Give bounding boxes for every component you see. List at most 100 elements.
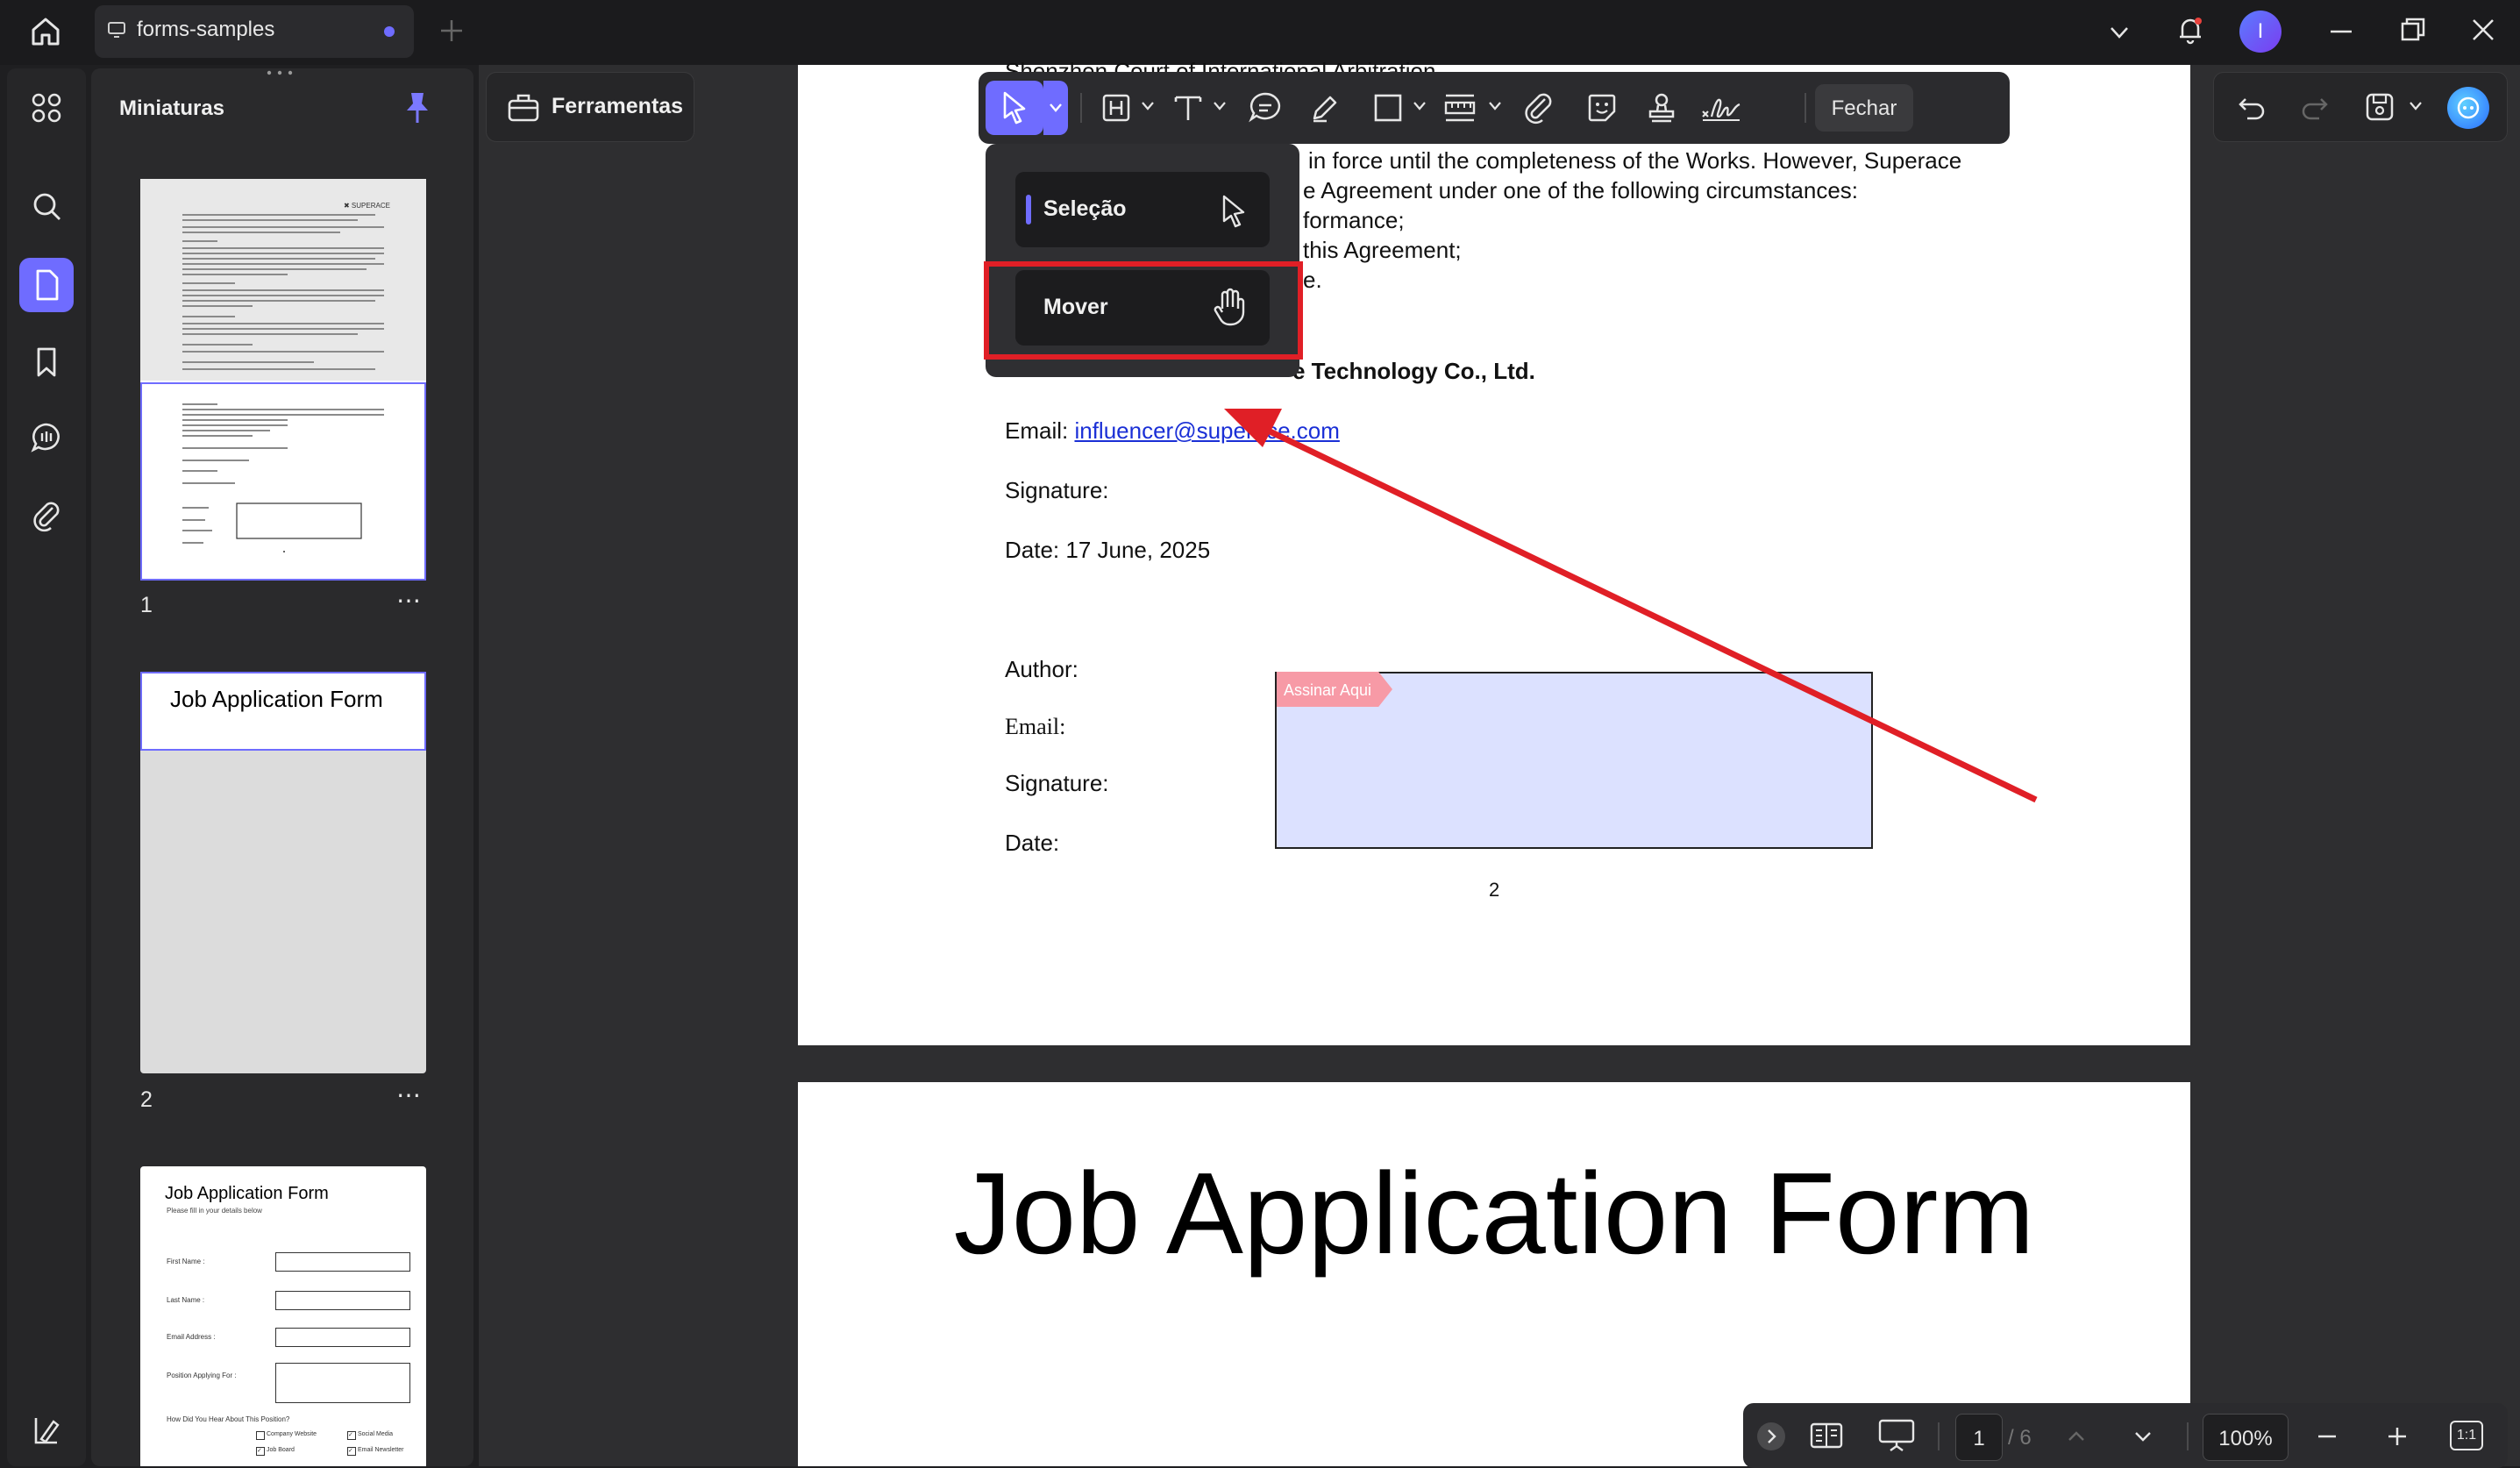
- left-rail: [7, 68, 86, 1466]
- text-tool-icon[interactable]: [1166, 86, 1210, 130]
- redo-icon[interactable]: [2298, 90, 2331, 124]
- thumbnail-option: Company Website: [267, 1431, 317, 1437]
- pen-tool-icon[interactable]: [1303, 86, 1347, 130]
- current-page: 1: [1973, 1427, 1985, 1450]
- shape-tool-icon[interactable]: [1366, 86, 1410, 130]
- highlight-tool-icon[interactable]: [1094, 86, 1138, 130]
- ai-assistant-icon[interactable]: [2447, 87, 2489, 129]
- unsaved-dot-icon: [384, 26, 395, 37]
- thumbnail-question: How Did You Hear About This Position?: [167, 1415, 290, 1423]
- comments-icon[interactable]: [19, 410, 74, 465]
- highlight-box: [984, 261, 1303, 360]
- save-icon[interactable]: [2363, 90, 2396, 124]
- attach-tool-icon[interactable]: [1517, 86, 1561, 130]
- chevron-down-icon[interactable]: [2104, 18, 2134, 47]
- toolbox-icon: [506, 90, 541, 124]
- tools-button[interactable]: Ferramentas: [486, 72, 694, 142]
- pin-icon[interactable]: [402, 89, 433, 126]
- attachment-icon[interactable]: [19, 488, 74, 542]
- author-label: Author:: [1005, 656, 1078, 682]
- cursor-icon: [1003, 91, 1026, 125]
- thumbnail-current-view-frame: [140, 382, 426, 581]
- thumbnail-field-box: [275, 1291, 410, 1310]
- thumbnail-page-3[interactable]: Job Application Form Please fill in your…: [140, 1166, 426, 1466]
- zoom-out-icon[interactable]: [2311, 1421, 2343, 1452]
- page-number-input[interactable]: 1: [1955, 1414, 2003, 1461]
- apps-grid-icon[interactable]: [19, 81, 74, 135]
- history-toolbar: [2213, 72, 2508, 142]
- previous-page-icon[interactable]: [2062, 1422, 2090, 1450]
- svg-text:✖ SUPERACE: ✖ SUPERACE: [344, 202, 390, 210]
- restore-icon[interactable]: [2397, 14, 2429, 46]
- panel-title: Miniaturas: [119, 96, 225, 120]
- new-tab-plus-icon[interactable]: [437, 16, 466, 46]
- sticker-tool-icon[interactable]: [1580, 86, 1624, 130]
- actual-size-label: 1:1: [2456, 1428, 2477, 1443]
- next-page-icon[interactable]: [2129, 1422, 2157, 1450]
- search-icon[interactable]: [19, 179, 74, 233]
- thumbnail-checkbox: [256, 1431, 265, 1440]
- sidebar-toggle-icon[interactable]: [19, 1403, 74, 1457]
- zoom-value: 100%: [2218, 1427, 2273, 1450]
- thumbnail-field-box: [275, 1363, 410, 1403]
- signature-tool-icon[interactable]: [1699, 86, 1743, 130]
- undo-icon[interactable]: [2235, 90, 2268, 124]
- sign-here-label: Assinar Aqui: [1284, 681, 1372, 699]
- email-link[interactable]: influencer@superace.com: [1074, 417, 1339, 444]
- menu-item-label: Seleção: [1043, 196, 1127, 221]
- thumbnail-title: Job Application Form: [165, 1184, 329, 1203]
- thumbnail-subtitle: Please fill in your details below: [167, 1207, 262, 1215]
- measure-tool-icon[interactable]: [1438, 86, 1482, 130]
- tab-label: forms-samples: [137, 18, 275, 41]
- thumbnail-checkbox: ✓: [347, 1447, 356, 1456]
- thumbnails-page-icon[interactable]: [19, 258, 74, 312]
- zoom-in-icon[interactable]: [2381, 1421, 2413, 1452]
- active-indicator: [1026, 195, 1031, 224]
- expand-arrow-icon[interactable]: [1757, 1422, 1785, 1450]
- thumbnail-page-2[interactable]: Job Application Form: [140, 672, 426, 1073]
- more-options-icon[interactable]: ⋯: [396, 1080, 423, 1109]
- chevron-down-icon[interactable]: [1487, 100, 1503, 112]
- chevron-down-icon[interactable]: [1212, 100, 1228, 112]
- thumbnail-title: Job Application Form: [170, 686, 383, 712]
- stamp-tool-icon[interactable]: [1640, 86, 1684, 130]
- close-toolbar-button[interactable]: Fechar: [1815, 84, 1913, 132]
- reading-mode-icon[interactable]: [1808, 1419, 1845, 1452]
- menu-item-selecao[interactable]: Seleção: [1015, 172, 1270, 247]
- doc-text-line: in force until the completeness of the W…: [1308, 147, 1962, 174]
- actual-size-button[interactable]: 1:1: [2450, 1421, 2483, 1450]
- cursor-icon: [1215, 191, 1250, 228]
- toolbar-divider: [1805, 93, 1806, 123]
- thumbnail-page-1[interactable]: ✖ SUPERACE: [140, 179, 426, 581]
- minimize-icon[interactable]: [2325, 16, 2357, 47]
- title-bar: forms-samples I: [0, 0, 2520, 65]
- thumbnail-checkbox: ✓: [256, 1447, 265, 1456]
- home-icon[interactable]: [26, 12, 65, 51]
- thumbnail-option: Social Media: [358, 1431, 394, 1437]
- signature2-label: Signature:: [1005, 770, 1109, 796]
- chevron-down-icon[interactable]: [2407, 99, 2424, 113]
- drag-handle-icon[interactable]: [265, 70, 295, 75]
- close-window-icon[interactable]: [2467, 14, 2499, 46]
- notification-bell-icon[interactable]: [2173, 12, 2208, 47]
- thumbnail-checkbox: ✓: [347, 1431, 356, 1440]
- select-tool-button[interactable]: [986, 81, 1043, 135]
- chevron-down-icon[interactable]: [1412, 100, 1427, 112]
- toolbar-divider: [2187, 1422, 2189, 1450]
- more-options-icon[interactable]: ⋯: [396, 586, 423, 615]
- user-avatar[interactable]: I: [2239, 11, 2282, 53]
- sign-here-tag[interactable]: Assinar Aqui: [1277, 672, 1392, 707]
- chevron-down-icon[interactable]: [1140, 100, 1156, 112]
- email-label: Email:: [1005, 417, 1075, 444]
- page-footer-number: 2: [1489, 879, 1500, 901]
- zoom-input[interactable]: 100%: [2203, 1414, 2289, 1461]
- thumbnail-field-label: Email Address :: [167, 1333, 216, 1341]
- presentation-icon[interactable]: [1876, 1417, 1917, 1454]
- comment-tool-icon[interactable]: [1243, 86, 1287, 130]
- document-viewport[interactable]: Ferramentas Shenzhen Court of Internatio…: [479, 58, 2520, 1466]
- bookmark-icon[interactable]: [19, 335, 74, 389]
- avatar-initial: I: [2257, 19, 2264, 43]
- monitor-icon: [107, 21, 126, 39]
- form-title: Job Application Form: [953, 1149, 2035, 1278]
- select-tool-dropdown[interactable]: [1043, 81, 1068, 135]
